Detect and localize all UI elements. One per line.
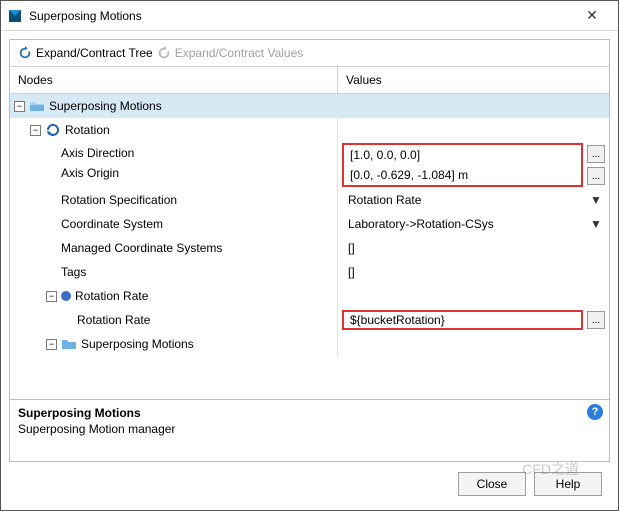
collapse-icon[interactable]: −	[14, 101, 25, 112]
rotation-rate-value[interactable]: ${bucketRotation}	[342, 310, 583, 330]
window-title: Superposing Motions	[29, 9, 572, 23]
ellipsis-button[interactable]: ...	[587, 167, 605, 185]
tree-leaf-coord-sys[interactable]: Coordinate System Laboratory->Rotation-C…	[10, 212, 609, 236]
axis-direction-value[interactable]: [1.0, 0.0, 0.0]	[344, 145, 581, 165]
header-values[interactable]: Values	[338, 67, 609, 93]
titlebar: Superposing Motions ✕	[1, 1, 618, 31]
tree-root-superposing[interactable]: − Superposing Motions	[10, 94, 609, 118]
chevron-down-icon[interactable]: ▼	[587, 217, 605, 231]
node-label: Managed Coordinate Systems	[61, 241, 222, 255]
tree-node-rotation-rate[interactable]: − Rotation Rate	[10, 284, 609, 308]
node-label: Axis Origin	[61, 166, 134, 180]
folder-open-icon	[29, 98, 45, 114]
node-label: Rotation Specification	[61, 193, 177, 207]
expand-tree-button[interactable]: Expand/Contract Tree	[18, 46, 153, 60]
refresh-icon	[18, 46, 32, 60]
collapse-icon[interactable]: −	[46, 339, 57, 350]
node-label: Rotation Rate	[77, 313, 150, 327]
header-nodes[interactable]: Nodes	[10, 67, 338, 93]
close-icon[interactable]: ✕	[572, 7, 612, 24]
tree-node-child-superposing[interactable]: − Superposing Motions	[10, 332, 609, 356]
tree-leaf-managed-cs[interactable]: Managed Coordinate Systems []	[10, 236, 609, 260]
help-icon[interactable]: ?	[587, 404, 603, 420]
ellipsis-button[interactable]: ...	[587, 145, 605, 163]
tree-leaf-tags[interactable]: Tags []	[10, 260, 609, 284]
tags-value[interactable]: []	[342, 263, 605, 281]
table-header: Nodes Values	[10, 66, 609, 94]
description-title: Superposing Motions	[18, 406, 601, 420]
folder-icon	[61, 336, 77, 352]
description-body: Superposing Motion manager	[18, 422, 601, 436]
chevron-down-icon[interactable]: ▼	[587, 193, 605, 207]
expand-values-label: Expand/Contract Values	[175, 46, 304, 60]
node-label: Tags	[61, 265, 86, 279]
node-label: Superposing Motions	[81, 337, 194, 351]
help-button[interactable]: Help	[534, 472, 602, 496]
description-panel: Superposing Motions Superposing Motion m…	[10, 399, 609, 461]
node-label: Rotation Rate	[75, 289, 148, 303]
node-label: Coordinate System	[61, 217, 163, 231]
dialog-body: Expand/Contract Tree Expand/Contract Val…	[1, 31, 618, 510]
node-label: Rotation	[65, 123, 110, 137]
expand-values-button: Expand/Contract Values	[157, 46, 304, 60]
expand-tree-label: Expand/Contract Tree	[36, 46, 153, 60]
node-label: Superposing Motions	[49, 99, 162, 113]
content-frame: Expand/Contract Tree Expand/Contract Val…	[9, 39, 610, 462]
tree-leaf-rotation-rate[interactable]: Rotation Rate ${bucketRotation} ...	[10, 308, 609, 332]
rotation-spec-value[interactable]: Rotation Rate	[342, 191, 587, 209]
coord-sys-value[interactable]: Laboratory->Rotation-CSys	[342, 215, 587, 233]
managed-cs-value[interactable]: []	[342, 239, 605, 257]
collapse-icon[interactable]: −	[30, 125, 41, 136]
app-icon	[7, 8, 23, 24]
tree-node-rotation[interactable]: − Rotation	[10, 118, 609, 142]
node-label: Axis Direction	[61, 146, 134, 160]
toolbar: Expand/Contract Tree Expand/Contract Val…	[10, 40, 609, 66]
button-bar: Close Help	[9, 462, 610, 502]
rotation-icon	[45, 122, 61, 138]
tree-leaf-axis-direction[interactable]: Axis Direction Axis Origin [1.0, 0.0, 0.…	[10, 142, 609, 188]
close-button[interactable]: Close	[458, 472, 526, 496]
axis-origin-value[interactable]: [0.0, -0.629, -1.084] m	[344, 165, 581, 185]
tree-body: − Superposing Motions − Rotation	[10, 94, 609, 399]
ellipsis-button[interactable]: ...	[587, 311, 605, 329]
tree-leaf-rotation-spec[interactable]: Rotation Specification Rotation Rate ▼	[10, 188, 609, 212]
collapse-icon[interactable]: −	[46, 291, 57, 302]
refresh-icon	[157, 46, 171, 60]
bullet-icon	[61, 291, 71, 301]
